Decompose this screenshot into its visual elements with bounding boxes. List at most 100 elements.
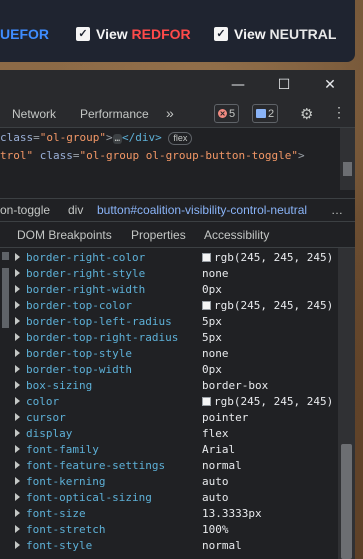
property-value: auto [202, 491, 229, 504]
maximize-icon[interactable]: ☐ [276, 77, 292, 93]
closing-tag: </div> [122, 131, 162, 144]
property-name: border-right-width [26, 283, 146, 296]
scroll-thumb[interactable] [343, 162, 352, 176]
expand-arrow-icon[interactable] [15, 349, 20, 357]
minimize-icon[interactable]: — [230, 77, 246, 93]
breadcrumb-item[interactable]: div [68, 203, 83, 217]
expand-arrow-icon[interactable] [15, 461, 20, 469]
tab-network[interactable]: Network [12, 107, 56, 121]
check-icon[interactable]: ✓ [76, 27, 90, 41]
color-swatch-icon[interactable] [202, 397, 211, 406]
breadcrumb: on-toggle div button#coalition-visibilit… [0, 198, 355, 222]
attr-name: class [0, 131, 34, 144]
computed-property-row[interactable]: border-top-width 0px [0, 362, 338, 378]
computed-property-row[interactable]: font-stretch 100% [0, 522, 338, 538]
color-swatch-icon[interactable] [202, 253, 211, 262]
error-count: 5 [229, 107, 236, 120]
computed-property-row[interactable]: font-family Arial [0, 442, 338, 458]
sidebar-pane-tabs: DOM Breakpoints Properties Accessibility [0, 222, 355, 248]
property-name: color [26, 395, 60, 408]
property-name: border-right-style [26, 267, 146, 280]
computed-property-row[interactable]: border-top-left-radius 5px [0, 314, 338, 330]
expand-arrow-icon[interactable] [15, 317, 20, 325]
message-count-badge[interactable]: 2 [252, 104, 279, 123]
computed-property-row[interactable]: cursor pointer [0, 410, 338, 426]
expand-arrow-icon[interactable] [15, 509, 20, 517]
property-name: border-top-right-radius [26, 331, 179, 344]
toggle-bluefor-partial[interactable]: UEFOR [0, 26, 49, 42]
expand-arrow-icon[interactable] [15, 381, 20, 389]
expand-arrow-icon[interactable] [15, 429, 20, 437]
computed-property-row[interactable]: color rgb(245, 245, 245) [0, 394, 338, 410]
tab-performance[interactable]: Performance [80, 107, 149, 121]
coalition-toggle-bar: UEFOR ✓ View REDFOR ✓ View NEUTRAL [0, 0, 355, 62]
expand-arrow-icon[interactable] [15, 413, 20, 421]
dom-node-line[interactable]: class="ol-group">… </div> flex [0, 130, 193, 146]
computed-property-row[interactable]: border-right-style none [0, 266, 338, 282]
computed-property-row[interactable]: border-top-color rgb(245, 245, 245) [0, 298, 338, 314]
property-value: none [202, 267, 229, 280]
view-prefix-label: View [234, 26, 266, 42]
flex-badge[interactable]: flex [168, 132, 193, 145]
property-name: font-feature-settings [26, 459, 166, 472]
toggle-view-redfor[interactable]: ✓ View REDFOR [76, 26, 191, 42]
expand-arrow-icon[interactable] [15, 269, 20, 277]
expand-arrow-icon[interactable] [15, 445, 20, 453]
neutral-label: NEUTRAL [269, 26, 337, 42]
computed-property-row[interactable]: border-right-width 0px [0, 282, 338, 298]
property-value: 13.3333px [202, 507, 262, 520]
property-value: normal [202, 539, 242, 552]
computed-property-row[interactable]: font-size 13.3333px [0, 506, 338, 522]
expand-arrow-icon[interactable] [15, 365, 20, 373]
expand-arrow-icon[interactable] [15, 333, 20, 341]
tab-accessibility[interactable]: Accessibility [204, 228, 269, 242]
computed-property-row[interactable]: font-style normal [0, 538, 338, 554]
tab-properties[interactable]: Properties [131, 228, 186, 242]
expand-arrow-icon[interactable] [15, 285, 20, 293]
expand-arrow-icon[interactable] [15, 493, 20, 501]
close-icon[interactable]: ✕ [322, 77, 338, 93]
error-count-badge[interactable]: ✕ 5 [214, 104, 240, 123]
property-value: flex [202, 427, 229, 440]
dom-node-line[interactable]: trol" class="ol-group ol-group-button-to… [0, 148, 305, 164]
check-icon[interactable]: ✓ [214, 27, 228, 41]
property-value: 100% [202, 523, 229, 536]
expand-arrow-icon[interactable] [15, 397, 20, 405]
expand-arrow-icon[interactable] [15, 525, 20, 533]
properties-scrollbar[interactable] [338, 248, 355, 559]
property-name: border-top-width [26, 363, 132, 376]
computed-property-row[interactable]: font-optical-sizing auto [0, 490, 338, 506]
toggle-view-neutral[interactable]: ✓ View NEUTRAL [214, 26, 336, 42]
computed-property-row[interactable]: box-sizing border-box [0, 378, 338, 394]
error-icon: ✕ [218, 109, 227, 118]
computed-property-row[interactable]: font-feature-settings normal [0, 458, 338, 474]
computed-property-row[interactable]: border-right-color rgb(245, 245, 245) [0, 250, 338, 266]
more-tabs-icon[interactable]: » [166, 105, 174, 121]
breadcrumb-item[interactable]: on-toggle [0, 203, 50, 217]
expand-arrow-icon[interactable] [15, 253, 20, 261]
computed-property-row[interactable]: border-top-style none [0, 346, 338, 362]
breadcrumb-item-active[interactable]: button#coalition-visibility-control-neut… [97, 203, 307, 217]
gear-icon[interactable]: ⚙ [300, 105, 313, 123]
collapsed-ellipsis[interactable]: … [112, 134, 123, 144]
window-titlebar: — ☐ ✕ [0, 70, 355, 100]
computed-property-row[interactable]: font-kerning auto [0, 474, 338, 490]
property-value: Arial [202, 443, 236, 456]
property-value: normal [202, 459, 242, 472]
attr-value: "ol-group" [39, 131, 106, 144]
elements-scrollbar[interactable] [340, 128, 355, 190]
computed-property-row[interactable]: border-top-right-radius 5px [0, 330, 338, 346]
breadcrumb-more[interactable]: … [331, 203, 343, 217]
property-name: border-top-style [26, 347, 132, 360]
color-swatch-icon[interactable] [202, 301, 211, 310]
tab-dom-breakpoints[interactable]: DOM Breakpoints [17, 228, 112, 242]
more-vertical-icon[interactable]: ⋮ [332, 104, 346, 121]
expand-arrow-icon[interactable] [15, 477, 20, 485]
expand-arrow-icon[interactable] [15, 541, 20, 549]
property-name: font-optical-sizing [26, 491, 152, 504]
expand-arrow-icon[interactable] [15, 301, 20, 309]
scroll-thumb[interactable] [341, 444, 352, 559]
property-name: font-size [26, 507, 86, 520]
property-name: font-style [26, 539, 93, 552]
computed-property-row[interactable]: display flex [0, 426, 338, 442]
